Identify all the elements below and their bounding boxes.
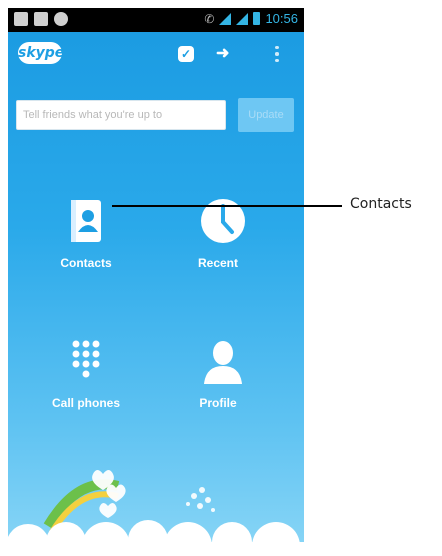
call-phones-label: Call phones — [51, 396, 120, 410]
callout-line — [112, 205, 342, 207]
dialpad-icon — [72, 340, 100, 378]
image-notification-icon — [14, 12, 28, 26]
contacts-book-icon — [71, 200, 101, 242]
contacts-tile[interactable]: Contacts — [26, 196, 146, 306]
mood-message-input[interactable]: Tell friends what you're up to — [16, 100, 226, 130]
mood-update-button[interactable]: Update — [238, 98, 294, 132]
download-notification-icon — [34, 12, 48, 26]
profile-label: Profile — [199, 396, 237, 410]
app-bar: skype ✓ ➜ — [8, 32, 304, 78]
recent-tile[interactable]: Recent — [158, 196, 278, 306]
skype-notification-icon — [54, 12, 68, 26]
cell-signal-icon — [236, 12, 249, 25]
battery-icon — [253, 12, 261, 25]
vibrate-icon: ✆ — [204, 11, 215, 26]
status-bar: ✆ 10:56 — [8, 8, 304, 32]
profile-tile[interactable]: Profile — [158, 336, 278, 446]
overflow-menu-icon[interactable] — [274, 46, 280, 62]
clock-icon — [201, 199, 245, 243]
recent-label: Recent — [197, 256, 238, 270]
wifi-signal-icon — [219, 12, 232, 25]
person-icon — [204, 341, 242, 384]
status-check-icon[interactable]: ✓ — [178, 46, 194, 62]
clouds-rainbow-decoration — [8, 470, 304, 556]
sign-out-icon[interactable]: ➜ — [216, 46, 232, 62]
skype-logo: skype — [18, 42, 64, 64]
phone-screen: ✆ 10:56 skype ✓ ➜ Tell friends what you'… — [8, 8, 304, 556]
call-phones-tile[interactable]: Call phones — [26, 336, 146, 446]
callout-label: Contacts — [350, 196, 412, 212]
status-time: 10:56 — [265, 11, 298, 26]
contacts-label: Contacts — [60, 256, 112, 270]
